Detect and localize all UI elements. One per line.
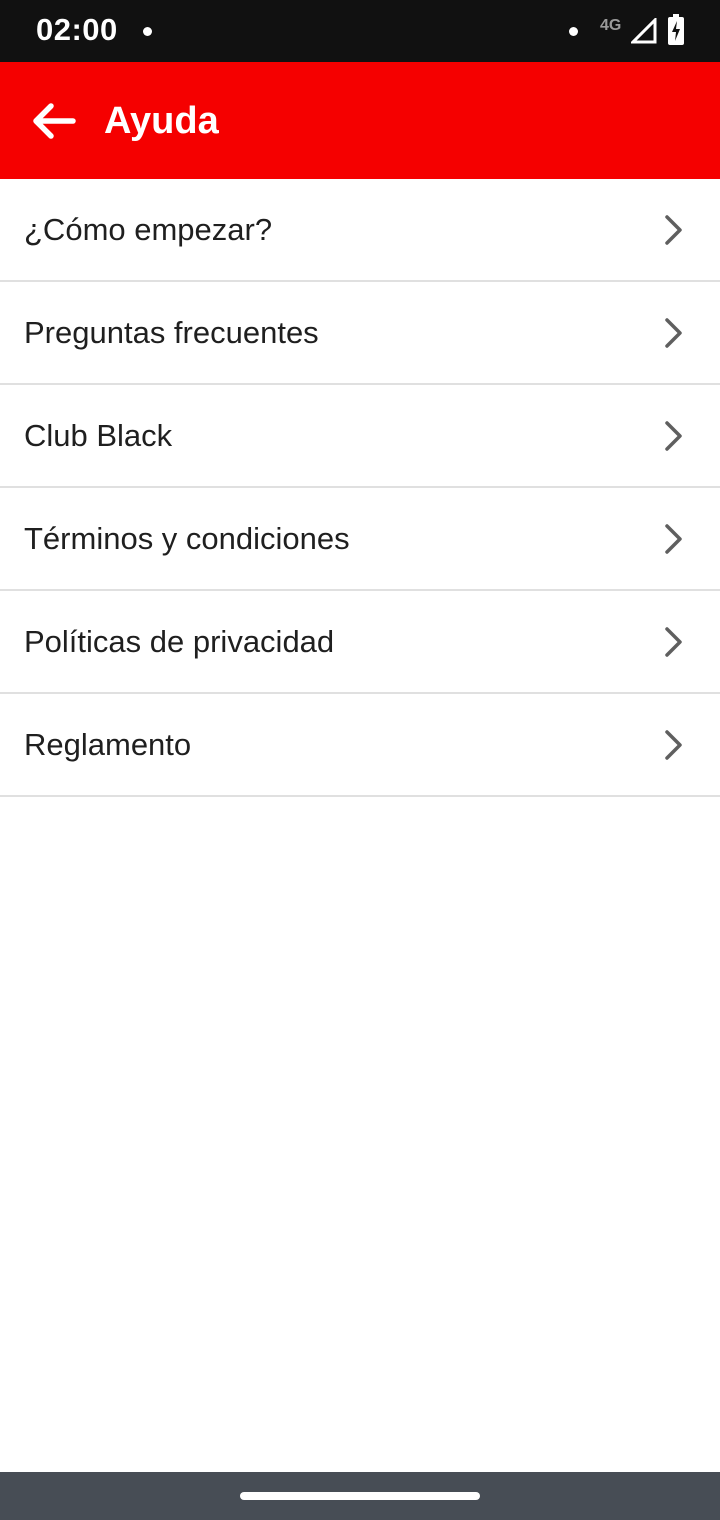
chevron-right-icon bbox=[665, 215, 682, 245]
menu-item-terminos-condiciones[interactable]: Términos y condiciones bbox=[0, 488, 720, 591]
menu-item-label: Preguntas frecuentes bbox=[24, 315, 319, 350]
battery-charging-icon bbox=[668, 14, 684, 45]
menu-item-label: Club Black bbox=[24, 418, 173, 453]
menu-item-club-black[interactable]: Club Black bbox=[0, 385, 720, 488]
page-title: Ayuda bbox=[104, 100, 219, 142]
menu-item-label: ¿Cómo empezar? bbox=[24, 212, 273, 247]
chevron-right-icon bbox=[665, 524, 682, 554]
menu-item-label: Políticas de privacidad bbox=[24, 624, 335, 659]
back-button[interactable] bbox=[22, 90, 84, 152]
network-type-label: 4G bbox=[600, 17, 622, 34]
arrow-left-icon bbox=[33, 103, 76, 139]
help-menu-list: ¿Cómo empezar? Preguntas frecuentes Club… bbox=[0, 179, 720, 797]
menu-item-label: Reglamento bbox=[24, 727, 192, 762]
menu-item-reglamento[interactable]: Reglamento bbox=[0, 694, 720, 797]
chevron-right-icon bbox=[665, 421, 682, 451]
menu-item-politicas-privacidad[interactable]: Políticas de privacidad bbox=[0, 591, 720, 694]
status-time: 02:00 bbox=[36, 12, 118, 47]
menu-item-como-empezar[interactable]: ¿Cómo empezar? bbox=[0, 179, 720, 282]
chevron-right-icon bbox=[665, 318, 682, 348]
menu-item-preguntas-frecuentes[interactable]: Preguntas frecuentes bbox=[0, 282, 720, 385]
system-navigation-bar bbox=[0, 1472, 720, 1520]
menu-item-label: Términos y condiciones bbox=[24, 521, 350, 556]
home-gesture-handle[interactable] bbox=[240, 1492, 480, 1500]
signal-strength-icon bbox=[631, 18, 657, 44]
notification-dot-icon bbox=[143, 27, 152, 36]
chevron-right-icon bbox=[665, 627, 682, 657]
app-bar: Ayuda bbox=[0, 62, 720, 179]
chevron-right-icon bbox=[665, 730, 682, 760]
status-bar: 02:00 4G bbox=[0, 0, 720, 62]
status-dot-icon bbox=[569, 27, 578, 36]
